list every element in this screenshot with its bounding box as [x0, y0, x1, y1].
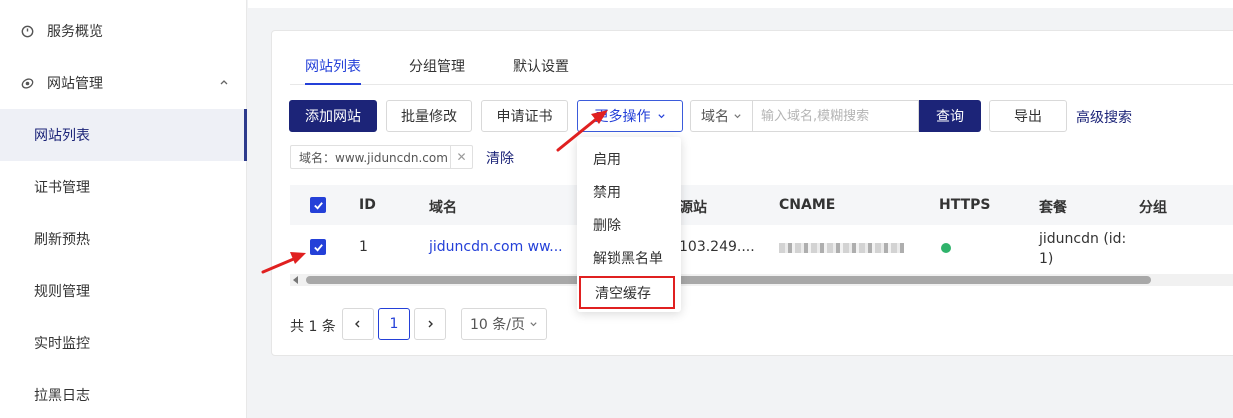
row-plan-line: 1): [1039, 251, 1054, 267]
row-plan: jiduncdn (id: 1): [1039, 229, 1126, 269]
sidebar-item-realtime-monitor[interactable]: 实时监控: [0, 317, 247, 369]
more-actions-menu: 启用 禁用 删除 解锁黑名单 清空缓存: [577, 137, 681, 312]
batch-edit-button[interactable]: 批量修改: [386, 100, 472, 132]
clear-filter-link[interactable]: 清除: [486, 148, 514, 168]
table-header: ID 域名 源站 CNAME HTTPS 套餐 分组: [290, 185, 1233, 225]
table-row: 1 jiduncdn.com ww... 103.249.... jiduncd…: [290, 225, 1233, 271]
sidebar-item-label: 网站管理: [47, 76, 103, 92]
tab-default-settings[interactable]: 默认设置: [513, 53, 569, 85]
row-domain-link[interactable]: jiduncdn.com ww...: [429, 239, 563, 255]
sidebar-item-label: 规则管理: [34, 284, 90, 300]
https-enabled-icon: [941, 243, 951, 253]
query-button[interactable]: 查询: [919, 100, 981, 132]
column-header-origin: 源站: [679, 200, 707, 216]
menu-item-delete[interactable]: 删除: [577, 208, 681, 241]
sidebar-item-refresh-preheat[interactable]: 刷新预热: [0, 213, 247, 265]
column-header-plan: 套餐: [1039, 200, 1067, 216]
sidebar-item-site-management[interactable]: 网站管理: [0, 57, 247, 109]
top-header: [248, 0, 1233, 8]
sidebar-item-label: 证书管理: [34, 180, 90, 196]
tab-bar: 网站列表 分组管理 默认设置: [290, 53, 1233, 85]
search-input[interactable]: [752, 100, 919, 132]
row-id: 1: [359, 239, 368, 255]
row-plan-line: jiduncdn (id:: [1039, 231, 1127, 247]
sidebar-item-overview[interactable]: 服务概览: [0, 5, 247, 57]
sidebar-item-label: 刷新预热: [34, 232, 90, 248]
chevron-down-icon: [657, 112, 666, 121]
column-header-group: 分组: [1139, 200, 1167, 216]
chevron-left-icon: [355, 320, 360, 328]
horizontal-scrollbar[interactable]: [290, 274, 1233, 286]
chevron-down-icon: [733, 112, 742, 121]
annotation-arrow-icon: [261, 252, 306, 274]
page-number-button[interactable]: 1: [378, 308, 410, 340]
sidebar-item-site-list[interactable]: 网站列表: [0, 109, 247, 161]
tab-group-management[interactable]: 分组管理: [409, 53, 465, 85]
sidebar-item-block-log[interactable]: 拉黑日志: [0, 369, 247, 418]
search-group: 域名 查询: [690, 100, 981, 132]
search-field-select[interactable]: 域名: [690, 100, 752, 132]
sidebar-item-rule-management[interactable]: 规则管理: [0, 265, 247, 317]
column-header-id: ID: [359, 197, 376, 213]
sidebar-item-label: 实时监控: [34, 336, 90, 352]
add-site-button[interactable]: 添加网站: [289, 100, 377, 132]
menu-item-clear-cache[interactable]: 清空缓存: [579, 276, 675, 309]
menu-item-disable[interactable]: 禁用: [577, 175, 681, 208]
row-origin: 103.249....: [679, 239, 755, 255]
total-count: 共 1 条: [290, 319, 336, 335]
sidebar-item-label: 服务概览: [47, 24, 103, 40]
column-header-cname: CNAME: [779, 197, 836, 213]
filter-tag-label: 域名：www.jiduncdn.com: [299, 150, 448, 165]
page-size-select[interactable]: 10 条/页: [461, 308, 547, 340]
globe-icon: [20, 76, 34, 90]
column-header-domain: 域名: [429, 200, 457, 216]
page-size-label: 10 条/页: [470, 317, 525, 333]
scroll-thumb[interactable]: [306, 276, 1151, 284]
close-icon[interactable]: ✕: [450, 146, 472, 168]
row-checkbox[interactable]: [310, 239, 326, 255]
main-card: 网站列表 分组管理 默认设置 添加网站 批量修改 申请证书 更多操作 域名 查询…: [271, 30, 1233, 356]
advanced-search-link[interactable]: 高级搜索: [1076, 107, 1132, 127]
sidebar: 服务概览 网站管理 网站列表 证书管理 刷新预热 规则管理 实时监控 拉黑日志: [0, 0, 247, 418]
row-cname-redacted: [779, 243, 904, 253]
column-header-https: HTTPS: [939, 197, 991, 213]
sidebar-item-label: 拉黑日志: [34, 388, 90, 404]
chevron-up-icon: [219, 75, 229, 91]
export-button[interactable]: 导出: [989, 100, 1067, 132]
next-page-button[interactable]: [414, 308, 446, 340]
search-field-label: 域名: [701, 109, 729, 125]
menu-item-unlock-blacklist[interactable]: 解锁黑名单: [577, 241, 681, 274]
prev-page-button[interactable]: [342, 308, 374, 340]
sidebar-item-label: 网站列表: [34, 128, 90, 144]
chevron-right-icon: [428, 320, 433, 328]
chevron-down-icon: [529, 320, 538, 329]
annotation-arrow-icon: [556, 110, 608, 152]
sidebar-item-cert-management[interactable]: 证书管理: [0, 161, 247, 213]
tab-site-list[interactable]: 网站列表: [305, 53, 361, 85]
select-all-checkbox[interactable]: [310, 197, 326, 213]
dashboard-icon: [20, 24, 34, 38]
filter-tag: 域名：www.jiduncdn.com ✕: [290, 145, 473, 169]
